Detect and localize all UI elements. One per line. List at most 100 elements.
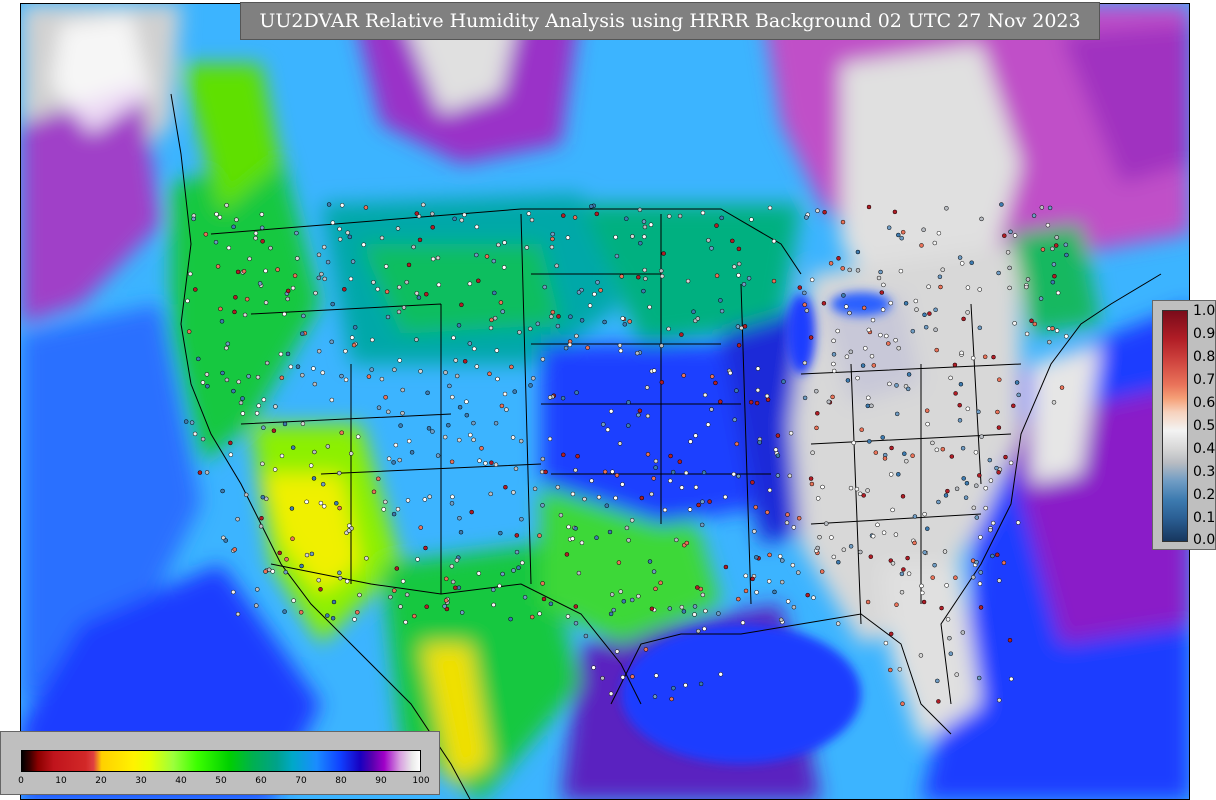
map-title: UU2DVAR Relative Humidity Analysis using… [259,10,1081,32]
station-marker [607,529,613,535]
ob-tick: 0.1 [1193,510,1216,526]
station-marker [261,425,266,430]
station-marker [450,394,455,400]
station-marker [700,592,706,598]
station-marker [234,217,239,222]
station-marker [719,215,724,221]
station-marker [695,585,700,590]
station-marker [635,350,640,356]
station-marker [491,587,496,593]
station-marker [499,403,505,409]
station-marker [204,470,210,475]
station-marker [319,271,324,277]
station-marker [741,282,747,287]
station-marker [294,230,299,236]
station-marker [566,524,571,530]
station-marker [1064,334,1069,339]
station-marker [668,453,673,459]
station-marker [301,313,306,319]
station-marker [595,280,600,285]
station-marker [376,476,381,482]
station-marker [796,515,802,521]
station-marker [189,420,195,425]
station-marker [819,569,825,574]
station-marker [346,528,352,533]
station-marker [316,275,322,281]
station-marker [1012,233,1018,238]
station-marker [788,430,794,436]
station-marker [430,256,436,262]
station-marker [995,552,1000,558]
station-marker [283,569,288,575]
station-marker [447,383,452,389]
station-marker [232,309,237,315]
rh-tick: 50 [215,776,227,786]
station-marker [1005,250,1011,255]
station-marker [543,469,548,475]
station-marker [796,570,801,575]
station-marker [550,309,556,315]
station-marker [958,381,964,387]
station-marker [974,559,979,565]
station-marker [454,558,460,563]
station-marker [456,323,462,328]
station-marker [503,484,508,490]
station-marker [835,328,840,334]
station-marker [450,494,455,500]
station-marker [830,394,835,400]
station-marker [653,458,659,464]
station-marker [767,552,772,558]
station-marker [279,453,285,459]
station-marker [888,300,893,306]
station-marker [977,287,982,292]
station-marker [472,346,477,352]
station-marker [355,610,360,615]
station-marker [624,525,630,531]
station-marker [185,298,190,304]
ob-tick: 0.3 [1193,464,1216,480]
station-marker [614,253,620,259]
station-marker [375,286,380,292]
station-marker [698,681,704,687]
station-marker [318,587,323,592]
station-marker [629,518,635,523]
station-marker [1007,285,1012,291]
station-marker [193,287,198,292]
station-marker [600,675,605,681]
station-marker [285,351,291,357]
station-marker [309,551,315,557]
station-marker [259,212,265,217]
station-marker [613,495,618,501]
rh-tick: 20 [95,776,107,786]
station-marker [495,376,500,382]
station-marker [988,478,994,483]
station-marker [405,498,411,503]
map-panel [20,3,1190,800]
station-marker [784,520,790,525]
station-marker [443,370,448,375]
station-marker [893,337,898,343]
station-marker [247,256,252,262]
station-marker [636,274,641,280]
station-marker [613,234,618,240]
station-marker [1024,284,1029,290]
station-marker [220,370,225,376]
station-marker [692,604,698,609]
station-marker [649,606,655,612]
station-marker [624,216,629,221]
station-marker [775,433,781,438]
station-marker [922,511,927,517]
station-marker [777,554,783,559]
station-marker [732,417,737,422]
station-marker [866,327,872,333]
station-marker [878,269,883,275]
station-marker [696,628,701,634]
station-marker [1011,403,1016,409]
station-marker [743,588,749,594]
station-marker [934,347,939,353]
station-marker [457,515,462,521]
station-marker [406,262,412,268]
station-marker [418,369,423,374]
station-marker [854,486,860,492]
station-marker [866,204,872,210]
